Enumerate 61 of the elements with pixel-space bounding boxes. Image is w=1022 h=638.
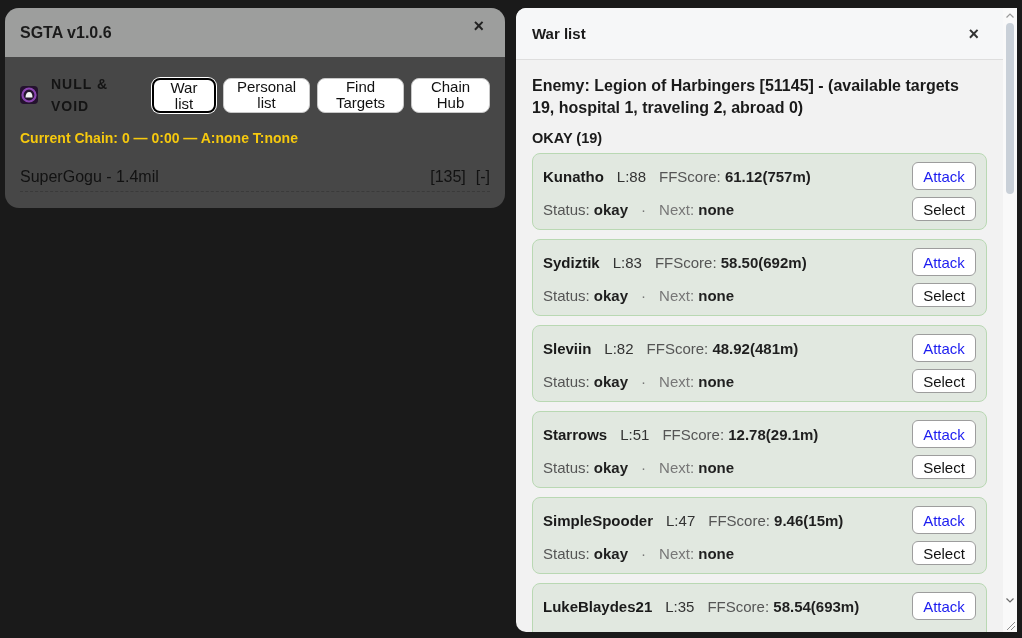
attack-button[interactable]: Attack	[912, 592, 976, 620]
ffscore-text: FFScore: 58.50(692m)	[654, 253, 807, 271]
target-name: Kunatho	[543, 167, 604, 185]
select-button[interactable]: Select	[912, 455, 976, 479]
nav-button[interactable]: Find Targets	[317, 77, 404, 113]
next-text: Next: none	[659, 458, 735, 476]
attack-button[interactable]: Attack	[912, 248, 976, 276]
emblem-icon	[20, 86, 38, 104]
target-name: Sleviin	[543, 339, 592, 357]
target-level: L:35	[665, 597, 695, 615]
attack-button[interactable]: Attack	[912, 506, 976, 534]
target-level: L:47	[666, 511, 696, 529]
ffscore-text: FFScore: 9.46(15m)	[708, 511, 844, 529]
nav-button[interactable]: Chain Hub	[411, 77, 490, 113]
separator-dot: ·	[641, 372, 647, 390]
target-level: L:51	[620, 425, 650, 443]
ffscore-text: FFScore: 58.54(693m)	[707, 597, 860, 615]
next-text: Next: none	[659, 286, 735, 304]
panel-title: War list	[532, 25, 586, 42]
close-button[interactable]: ×	[467, 17, 490, 35]
scrollbar[interactable]	[1003, 8, 1017, 632]
chevron-down-icon[interactable]	[1006, 598, 1014, 603]
chevron-up-icon[interactable]	[1006, 13, 1014, 18]
attack-button[interactable]: Attack	[912, 334, 976, 362]
ffscore-text: FFScore: 48.92(481m)	[646, 339, 799, 357]
scrollbar-thumb[interactable]	[1006, 23, 1014, 194]
attack-button[interactable]: Attack	[912, 162, 976, 190]
next-text: Next: none	[659, 544, 735, 562]
nav-button[interactable]: War list	[152, 77, 216, 113]
status-text: Status: okay	[543, 544, 629, 562]
next-text: Next: none	[659, 200, 735, 218]
target-level: L:88	[616, 167, 647, 185]
separator-dot: ·	[641, 286, 647, 304]
attack-button[interactable]: Attack	[912, 420, 976, 448]
target-name: SimpleSpooder	[543, 511, 654, 529]
separator-dot: ·	[641, 200, 647, 218]
nav-button[interactable]: Personal list	[223, 77, 310, 113]
section-heading: OKAY (19)	[532, 129, 604, 147]
next-text: Next: none	[659, 372, 735, 390]
panel-title: SGTA v1.0.6	[20, 23, 112, 42]
target-name: LukeBlaydes21	[543, 597, 653, 615]
target-level: L:83	[612, 253, 642, 271]
close-button[interactable]: ×	[962, 24, 985, 43]
target-name: Starrows	[543, 425, 608, 443]
ffscore-text: FFScore: 12.78(29.1m)	[662, 425, 819, 443]
chain-status: Current Chain: 0 — 0:00 — A:none T:none	[20, 130, 299, 147]
select-button[interactable]: Select	[912, 541, 976, 565]
separator-dot: ·	[641, 458, 647, 476]
separator-dot: ·	[641, 544, 647, 562]
status-text: Status: okay	[543, 372, 629, 390]
enemy-summary: Enemy: Legion of Harbingers [51145] - (available targets 19, hospital 1, traveling 2, abroad 0)	[532, 76, 960, 118]
ffscore-text: FFScore: 61.12(757m)	[659, 167, 811, 185]
status-text: Status: okay	[543, 458, 629, 476]
resize-grip-icon[interactable]	[1004, 619, 1016, 631]
status-text: Status: okay	[543, 200, 629, 218]
target-name: Sydiztik	[543, 253, 600, 271]
select-button[interactable]: Select	[912, 197, 976, 221]
select-button[interactable]: Select	[912, 369, 976, 393]
select-button[interactable]: Select	[912, 283, 976, 307]
target-level: L:82	[604, 339, 634, 357]
status-text: Status: okay	[543, 286, 629, 304]
